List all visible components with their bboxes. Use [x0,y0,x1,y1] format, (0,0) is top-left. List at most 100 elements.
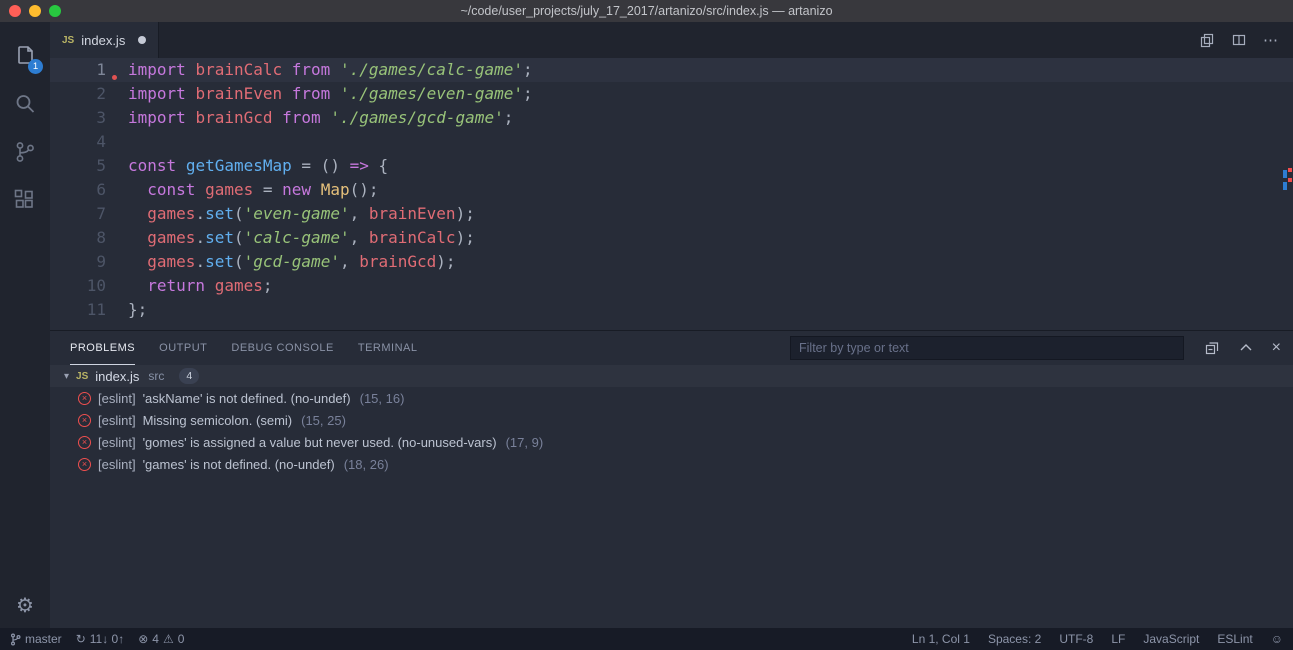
settings-gear-icon[interactable]: ⚙ [16,593,34,618]
problems-count-badge: 4 [179,368,199,384]
problem-message: 'gomes' is assigned a value but never us… [143,435,497,450]
collapse-all-icon[interactable] [1204,340,1220,356]
sync-status[interactable]: ↻ 11↓ 0↑ [76,632,125,646]
tab-terminal[interactable]: TERMINAL [358,331,418,365]
maximize-panel-icon[interactable] [1238,340,1254,356]
problem-location: (17, 9) [506,435,544,450]
status-bar-right: Ln 1, Col 1 Spaces: 2 UTF-8 LF JavaScrip… [912,632,1283,646]
tab-label: index.js [81,33,125,48]
eol-sequence[interactable]: LF [1111,632,1125,646]
explorer-badge: 1 [28,59,43,74]
overview-ruler[interactable] [1283,58,1293,330]
tab-indexjs[interactable]: JS index.js [50,22,159,58]
code-line[interactable]: 3import brainGcd from './games/gcd-game'… [50,106,1293,130]
code-line[interactable]: 9 games.set('gcd-game', brainGcd); [50,250,1293,274]
feedback-smiley-icon[interactable]: ☺ [1271,632,1283,646]
js-file-icon: JS [76,371,88,382]
problem-location: (18, 26) [344,457,389,472]
bottom-panel: PROBLEMS OUTPUT DEBUG CONSOLE TERMINAL [50,330,1293,628]
problems-file-row[interactable]: ▾ JS index.js src 4 [50,365,1293,387]
js-file-icon: JS [62,35,74,46]
search-icon[interactable] [0,80,50,128]
collapse-twistie-icon[interactable]: ▾ [64,371,69,382]
activity-bar: 1 ⚙ [0,22,50,628]
panel-actions: × [1204,331,1281,365]
explorer-icon[interactable]: 1 [0,32,50,80]
tab-bar: JS index.js ⋯ [50,22,1293,58]
line-number: 10 [50,274,106,298]
split-editor-icon[interactable] [1231,32,1247,48]
code-text: import brainCalc from './games/calc-game… [106,58,533,82]
code-line[interactable]: 11}; [50,298,1293,322]
code-line[interactable]: 2import brainEven from './games/even-gam… [50,82,1293,106]
git-branch-status[interactable]: master [10,632,62,646]
open-changes-icon[interactable] [1199,32,1215,48]
cursor-position[interactable]: Ln 1, Col 1 [912,632,970,646]
eslint-status[interactable]: ESLint [1217,632,1252,646]
status-bar: master ↻ 11↓ 0↑ ⊗ 4 ⚠ 0 Ln 1, Col 1 Spac… [0,628,1293,650]
error-icon: × [78,436,91,449]
code-text: }; [106,298,147,322]
ruler-modified-mark [1283,170,1287,178]
extensions-icon[interactable] [0,176,50,224]
problem-message: Missing semicolon. (semi) [143,413,293,428]
code-line[interactable]: 7 games.set('even-game', brainEven); [50,202,1293,226]
line-number: 7 [50,202,106,226]
close-panel-icon[interactable]: × [1272,340,1281,356]
problem-source: [eslint] [98,457,136,472]
tab-output[interactable]: OUTPUT [159,331,207,365]
code-text: games.set('even-game', brainEven); [106,202,475,226]
more-actions-icon[interactable]: ⋯ [1263,31,1279,49]
problem-row[interactable]: ×[eslint]'gomes' is assigned a value but… [50,431,1293,453]
code-line[interactable]: 1import brainCalc from './games/calc-gam… [50,58,1293,82]
tab-debug-console[interactable]: DEBUG CONSOLE [231,331,333,365]
code-editor[interactable]: 1import brainCalc from './games/calc-gam… [50,58,1293,330]
editor-actions: ⋯ [1199,22,1293,58]
code-line[interactable]: 4 [50,130,1293,154]
traffic-lights [9,5,61,17]
problem-location: (15, 25) [301,413,346,428]
line-number: 6 [50,178,106,202]
modified-dot-icon[interactable] [138,36,146,44]
code-lines: 1import brainCalc from './games/calc-gam… [50,58,1293,322]
code-text: games.set('calc-game', brainCalc); [106,226,475,250]
code-text: return games; [106,274,273,298]
code-text: const getGamesMap = () => { [106,154,388,178]
titlebar: ~/code/user_projects/july_17_2017/artani… [0,0,1293,22]
code-line[interactable]: 6 const games = new Map(); [50,178,1293,202]
problem-source: [eslint] [98,391,136,406]
sync-icon: ↻ [76,632,86,646]
line-number: 5 [50,154,106,178]
encoding[interactable]: UTF-8 [1059,632,1093,646]
line-number: 8 [50,226,106,250]
minimap[interactable] [1209,61,1277,94]
line-number: 1 [50,58,106,82]
problem-source: [eslint] [98,413,136,428]
gutter-error-dot [112,75,117,80]
language-mode[interactable]: JavaScript [1143,632,1199,646]
code-line[interactable]: 5const getGamesMap = () => { [50,154,1293,178]
line-number: 9 [50,250,106,274]
source-control-icon[interactable] [0,128,50,176]
code-text: games.set('gcd-game', brainGcd); [106,250,456,274]
problem-row[interactable]: ×[eslint]'games' is not defined. (no-und… [50,453,1293,475]
minimize-window-button[interactable] [29,5,41,17]
close-window-button[interactable] [9,5,21,17]
error-count-icon: ⊗ [138,632,148,646]
problems-status[interactable]: ⊗ 4 ⚠ 0 [138,632,184,646]
code-line[interactable]: 8 games.set('calc-game', brainCalc); [50,226,1293,250]
problem-row[interactable]: ×[eslint]Missing semicolon. (semi)(15, 2… [50,409,1293,431]
indentation[interactable]: Spaces: 2 [988,632,1041,646]
line-number: 2 [50,82,106,106]
problems-list: ×[eslint]'askName' is not defined. (no-u… [50,387,1293,475]
code-line[interactable]: 10 return games; [50,274,1293,298]
problem-row[interactable]: ×[eslint]'askName' is not defined. (no-u… [50,387,1293,409]
ruler-error-mark [1288,168,1292,172]
zoom-window-button[interactable] [49,5,61,17]
problems-filter-input[interactable] [790,336,1184,360]
code-text: import brainEven from './games/even-game… [106,82,533,106]
branch-icon [10,633,21,646]
code-text [106,130,128,154]
tab-problems[interactable]: PROBLEMS [70,331,135,365]
problems-file-name: index.js [95,369,139,384]
